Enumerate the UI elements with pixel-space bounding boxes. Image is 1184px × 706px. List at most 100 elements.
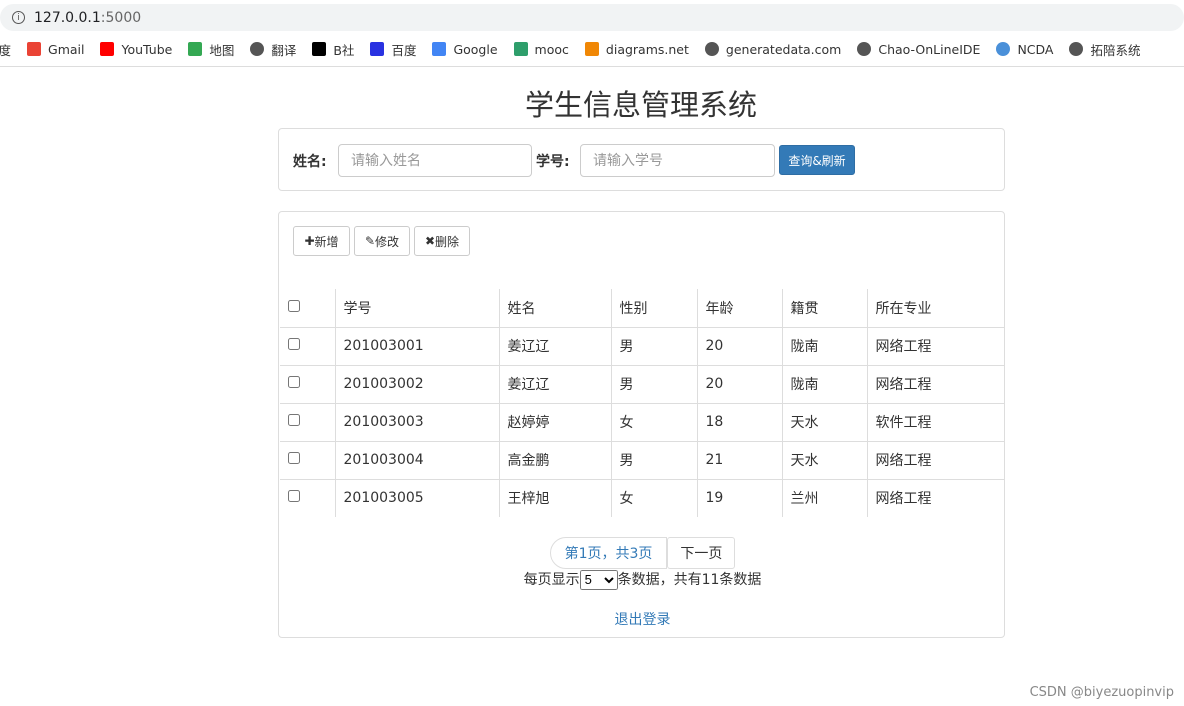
bookmark-item[interactable]: 百度 <box>0 40 11 59</box>
page-title: 学生信息管理系统 <box>524 88 757 122</box>
select-all-checkbox[interactable] <box>288 299 300 312</box>
table-cell: 男 <box>610 326 697 365</box>
globe-icon <box>250 42 265 56</box>
table-row[interactable]: 201003001 姜辽辽男 20 陇南 网络工程 <box>280 326 1005 365</box>
bookmark-label: 百度 <box>391 42 417 58</box>
baidu-paw-icon <box>370 42 385 56</box>
row-checkbox[interactable] <box>288 414 300 426</box>
bookmark-item[interactable]: NCDA <box>996 42 1053 57</box>
bookmark-item[interactable]: generatedata.com <box>704 41 842 57</box>
table-cell: 男 <box>610 364 697 403</box>
google-icon <box>432 42 447 56</box>
logout-link[interactable]: 退出登录 <box>279 609 1006 629</box>
bookmark-label: 地图 <box>209 42 235 58</box>
table-row[interactable]: 201003004 高金鹏男 21 天水 网络工程 <box>280 440 1005 479</box>
diagrams-icon <box>584 42 599 56</box>
column-header: 所在专业 <box>866 289 1005 327</box>
table-row[interactable]: 201003003 赵婷婷女 18 天水 软件工程 <box>280 402 1005 441</box>
bookmark-item[interactable]: 翻译 <box>250 40 296 59</box>
bookmark-label: Google <box>453 41 498 57</box>
table-cell: 天水 <box>781 402 867 441</box>
table-cell: 女 <box>610 478 697 517</box>
delete-button[interactable]: ✖ 删除 <box>414 226 470 256</box>
maps-icon <box>188 42 203 56</box>
divider <box>0 66 1184 67</box>
ncda-icon <box>996 42 1011 56</box>
bookmark-item[interactable]: B社 <box>312 40 354 59</box>
per-page-select[interactable]: 5 <box>579 569 618 590</box>
globe-icon <box>857 42 872 56</box>
id-label: 学号: <box>536 154 570 170</box>
row-checkbox[interactable] <box>288 376 300 388</box>
column-header: 年龄 <box>696 289 782 327</box>
per-page-row: 每页显示 5 条数据，共有11条数据 <box>279 569 1006 590</box>
bookmark-item[interactable]: Google <box>432 41 498 57</box>
table-cell: 网络工程 <box>866 440 1005 479</box>
table-cell: 19 <box>696 478 782 517</box>
row-select-cell <box>280 402 335 441</box>
name-input[interactable] <box>338 144 532 177</box>
row-checkbox[interactable] <box>288 338 300 350</box>
table-cell: 软件工程 <box>866 402 1005 441</box>
table-cell: 姜辽辽 <box>498 364 611 403</box>
row-checkbox[interactable] <box>288 452 300 464</box>
row-select-cell <box>280 364 335 403</box>
bookmark-label: generatedata.com <box>725 41 842 57</box>
url-host: 127.0.0.1 <box>34 9 101 26</box>
pagination: 第1页，共3页 下一页 <box>279 537 1006 569</box>
student-table: 学号 姓名 性别 年龄 籍贯 所在专业 201003001 姜辽辽男 20 陇南 网络工程 2010… <box>280 289 1005 517</box>
address-bar[interactable]: i 127.0.0.1:5000 <box>0 4 1184 31</box>
bookmark-label: B社 <box>333 42 355 58</box>
bookmark-item[interactable]: Gmail <box>27 42 84 57</box>
table-cell: 20 <box>696 326 782 365</box>
table-cell: 网络工程 <box>866 364 1005 403</box>
table-cell: 女 <box>610 402 697 441</box>
select-all-cell <box>280 289 335 327</box>
edit-button[interactable]: ✎ 修改 <box>354 226 410 256</box>
table-cell: 18 <box>696 402 782 441</box>
bookmark-label: mooc <box>534 41 569 57</box>
table-cell: 赵婷婷 <box>498 402 611 441</box>
next-page-button[interactable]: 下一页 <box>667 537 736 569</box>
bookmark-item[interactable]: mooc <box>513 41 569 57</box>
column-header: 籍贯 <box>781 289 867 327</box>
row-checkbox[interactable] <box>288 490 300 503</box>
query-refresh-button[interactable]: 查询&刷新 <box>779 145 855 175</box>
table-cell: 姜辽辽 <box>498 326 611 365</box>
bookmark-item[interactable]: YouTube <box>100 42 172 57</box>
table-cell: 陇南 <box>781 326 867 365</box>
bookmark-item[interactable]: 地图 <box>188 40 234 59</box>
info-icon[interactable]: i <box>12 11 25 24</box>
bookmark-item[interactable]: Chao-OnLineIDE <box>857 42 980 57</box>
page-indicator[interactable]: 第1页，共3页 <box>549 537 668 569</box>
bookmarks-bar: 百度 Gmail YouTube 地图 翻译 B社 百度 Google mooc diagrams… <box>0 38 1157 60</box>
table-cell: 王梓旭 <box>498 478 611 517</box>
table-cell: 201003001 <box>334 326 499 365</box>
table-row[interactable]: 201003005 王梓旭女 19 兰州 网络工程 <box>280 478 1005 517</box>
globe-icon <box>1069 42 1084 56</box>
table-cell: 网络工程 <box>866 326 1005 365</box>
data-panel: ✚ 新增 ✎ 修改 ✖ 删除 学号 姓名 性别 年龄 籍贯 所在专业 201003001 姜辽辽男… <box>278 211 1005 638</box>
bookmark-label: 百度 <box>0 42 12 58</box>
bookmark-item[interactable]: 拓陪系统 <box>1069 40 1141 59</box>
add-button[interactable]: ✚ 新增 <box>293 226 350 256</box>
column-header: 性别 <box>610 289 697 327</box>
pencil-icon: ✎ <box>364 234 376 248</box>
bookmark-item[interactable]: 百度 <box>370 40 416 59</box>
column-header: 学号 <box>334 289 499 327</box>
row-select-cell <box>280 326 335 365</box>
table-cell: 201003004 <box>334 440 499 479</box>
table-cell: 201003003 <box>334 402 499 441</box>
globe-icon <box>704 42 719 56</box>
id-input[interactable] <box>580 144 775 177</box>
row-select-cell <box>280 440 335 479</box>
add-label: 新增 <box>314 234 339 249</box>
table-row[interactable]: 201003002 姜辽辽男 20 陇南 网络工程 <box>280 364 1005 403</box>
mooc-icon <box>513 42 528 56</box>
table-header: 学号 姓名 性别 年龄 籍贯 所在专业 <box>280 289 1005 327</box>
bookmark-label: 翻译 <box>271 42 297 58</box>
search-panel: 姓名: 学号: 查询&刷新 <box>278 128 1005 191</box>
name-label: 姓名: <box>293 154 327 170</box>
bookmark-item[interactable]: diagrams.net <box>584 42 689 57</box>
gmail-icon <box>27 42 42 56</box>
